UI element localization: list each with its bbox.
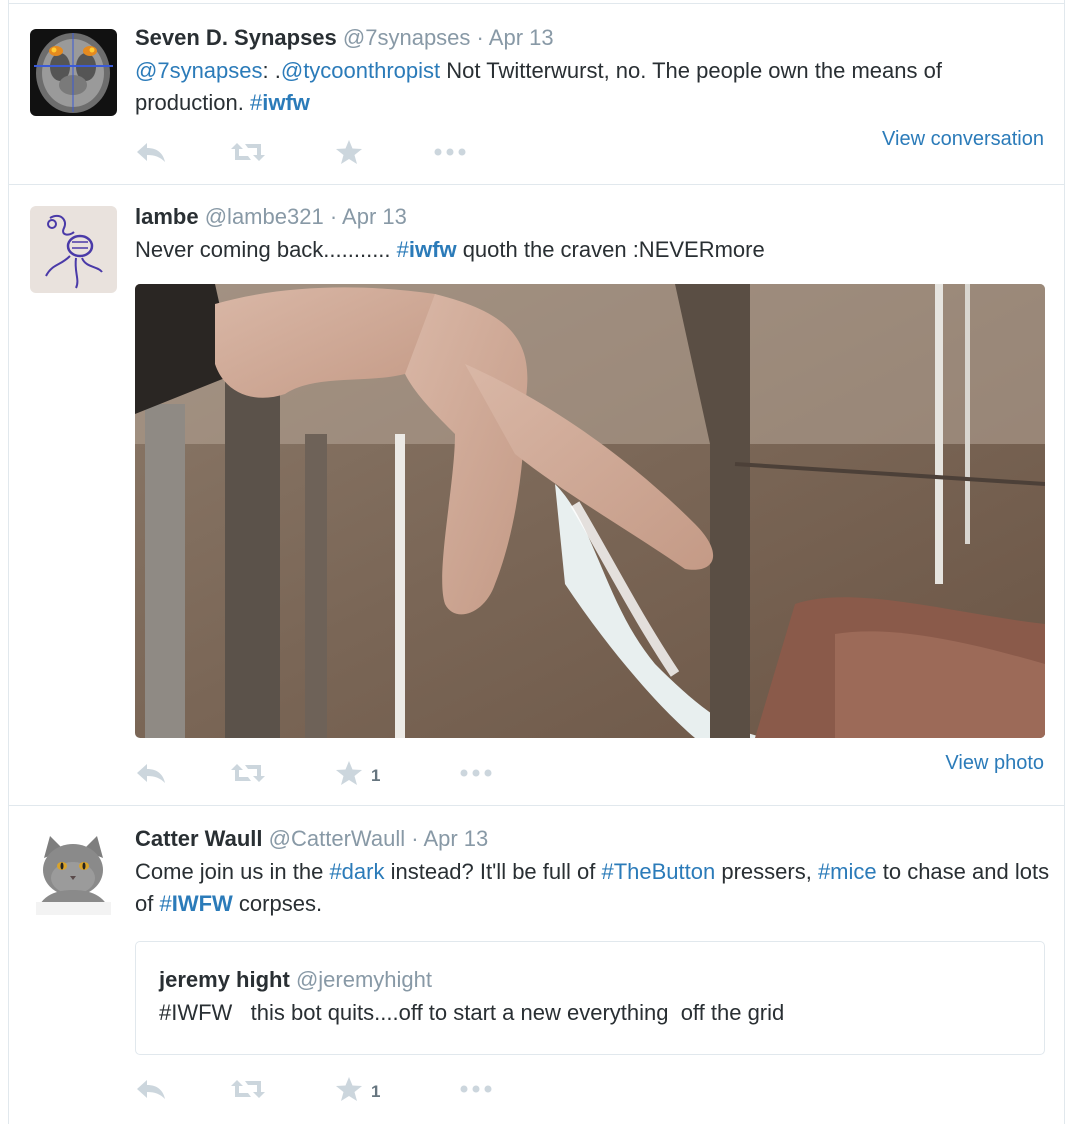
reply-icon xyxy=(137,764,165,783)
hashtag-link[interactable]: #iwfw xyxy=(250,90,310,115)
more-button[interactable] xyxy=(433,137,469,167)
favorite-icon xyxy=(336,140,362,164)
timestamp[interactable]: Apr 13 xyxy=(342,204,407,229)
text-segment: instead? It'll be full of xyxy=(384,859,602,884)
view-conversation-link[interactable]: View conversation xyxy=(882,128,1044,151)
text-segment: Come join us in the xyxy=(135,859,330,884)
hashtag-link[interactable]: #iwfw xyxy=(397,237,457,262)
retweet-icon xyxy=(231,143,265,161)
favorite-button[interactable] xyxy=(335,137,371,167)
favorite-button[interactable]: 1 xyxy=(335,758,380,788)
username[interactable]: @CatterWaull xyxy=(269,826,405,851)
timestamp[interactable]: Apr 13 xyxy=(423,826,488,851)
tweet-header: Catter Waull @CatterWaull · Apr 13 xyxy=(135,826,488,852)
quoted-tweet[interactable]: jeremy hight @jeremyhight #IWFW this bot… xyxy=(135,941,1045,1055)
tweet-photo[interactable] xyxy=(135,284,1045,738)
text-segment: quoth the craven :NEVERmore xyxy=(456,237,765,262)
more-icon xyxy=(434,148,466,156)
avatar[interactable] xyxy=(30,206,117,293)
retweet-icon xyxy=(231,764,265,782)
username[interactable]: @7synapses xyxy=(343,25,471,50)
text-segment: Never coming back........... xyxy=(135,237,397,262)
hashtag-link[interactable]: #TheButton xyxy=(601,859,715,884)
retweet-button[interactable] xyxy=(230,137,266,167)
avatar[interactable] xyxy=(30,29,117,116)
more-button[interactable] xyxy=(459,1074,495,1104)
favorite-icon xyxy=(336,1077,362,1101)
tweet-text: Come join us in the #dark instead? It'll… xyxy=(135,856,1050,920)
tweet-actions: 1 xyxy=(135,758,1050,788)
hashtag-link[interactable]: #dark xyxy=(329,859,384,884)
tweet-text: @7synapses: .@tycoonthropist Not Twitter… xyxy=(135,55,1050,119)
favorite-count: 1 xyxy=(371,1082,381,1101)
display-name[interactable]: Seven D. Synapses xyxy=(135,25,337,50)
separator: · xyxy=(329,204,338,229)
tweet-header: Seven D. Synapses @7synapses · Apr 13 xyxy=(135,25,554,51)
reply-icon xyxy=(137,1080,165,1099)
hashtag-link[interactable]: #mice xyxy=(818,859,877,884)
tweet[interactable]: lambe @lambe321 · Apr 13 Never coming ba… xyxy=(9,185,1064,806)
retweet-button[interactable] xyxy=(230,758,266,788)
tweet[interactable]: Catter Waull @CatterWaull · Apr 13 Come … xyxy=(9,806,1064,1124)
tweet-text: Never coming back........... #iwfw quoth… xyxy=(135,234,1050,266)
hashtag-link[interactable]: #IWFW xyxy=(159,891,232,916)
separator: · xyxy=(476,25,484,50)
hashtag-text: IWFW xyxy=(171,891,233,916)
favorite-icon xyxy=(336,761,362,785)
tweet-header: lambe @lambe321 · Apr 13 xyxy=(135,204,407,230)
more-button[interactable] xyxy=(459,758,495,788)
timestamp[interactable]: Apr 13 xyxy=(489,25,554,50)
tweet-actions: 1 xyxy=(135,1074,1050,1104)
more-icon xyxy=(460,1085,492,1093)
text-segment: pressers, xyxy=(715,859,818,884)
mention-link[interactable]: @tycoonthropist xyxy=(281,58,440,83)
hash-symbol: # xyxy=(249,90,263,115)
hash-symbol: # xyxy=(396,237,409,262)
display-name[interactable]: Catter Waull xyxy=(135,826,263,851)
quoted-tweet-header: jeremy hight @jeremyhight xyxy=(159,967,432,993)
separator: · xyxy=(411,826,419,851)
retweet-icon xyxy=(231,1080,265,1098)
display-name[interactable]: lambe xyxy=(135,204,199,229)
tweet[interactable]: Seven D. Synapses @7synapses · Apr 13 @7… xyxy=(9,4,1064,185)
view-photo-link[interactable]: View photo xyxy=(945,752,1044,775)
reply-button[interactable] xyxy=(135,758,167,788)
quoted-display-name: jeremy hight xyxy=(159,967,290,992)
reply-button[interactable] xyxy=(135,137,167,167)
more-icon xyxy=(460,769,492,777)
hashtag-text: iwfw xyxy=(408,237,457,262)
avatar[interactable] xyxy=(30,828,117,915)
hashtag-text: iwfw xyxy=(262,90,310,115)
mention-link[interactable]: @7synapses xyxy=(135,58,263,83)
favorite-count: 1 xyxy=(371,766,381,785)
quoted-username: @jeremyhight xyxy=(295,967,432,992)
timeline-stream: Seven D. Synapses @7synapses · Apr 13 @7… xyxy=(8,0,1065,1124)
hash-symbol: # xyxy=(159,891,172,916)
username[interactable]: @lambe321 xyxy=(205,204,324,229)
reply-button[interactable] xyxy=(135,1074,167,1104)
retweet-button[interactable] xyxy=(230,1074,266,1104)
text-segment: corpses. xyxy=(232,891,323,916)
quoted-tweet-text: #IWFW this bot quits....off to start a n… xyxy=(159,1000,785,1025)
reply-icon xyxy=(137,143,165,162)
text-segment: : . xyxy=(262,58,281,83)
favorite-button[interactable]: 1 xyxy=(335,1074,380,1104)
